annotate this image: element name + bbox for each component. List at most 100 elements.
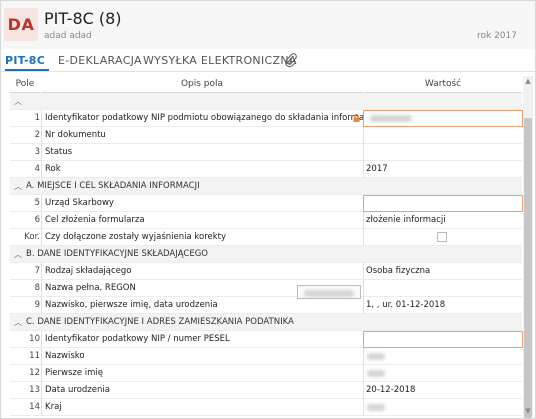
section-header[interactable]: ︿: [10, 93, 522, 110]
column-divider: [363, 365, 364, 382]
field-value[interactable]: Osoba fizyczna: [366, 266, 430, 276]
column-divider: [41, 229, 42, 246]
column-header-wartosc: Wartość: [364, 76, 522, 93]
column-divider: [363, 280, 364, 297]
field-number: Kor.: [24, 232, 40, 242]
column-divider: [41, 263, 42, 280]
field-row: 9 Nazwisko, pierwsze imię, data urodzenia…: [10, 297, 522, 314]
column-divider: [41, 161, 42, 178]
year-label: rok 2017: [477, 31, 517, 41]
field-description: Status: [45, 147, 73, 157]
field-description: Nazwisko: [45, 351, 85, 361]
redacted-value: [367, 353, 385, 360]
column-header-opis: Opis pola: [41, 76, 363, 93]
column-divider: [41, 382, 42, 399]
header: DA PIT-8C (8) adad adad rok 2017: [1, 1, 535, 49]
field-row: 5 Urząd Skarbowy: [10, 195, 523, 212]
field-number: 6: [34, 215, 40, 225]
column-divider: [363, 263, 364, 280]
app-window: DA PIT-8C (8) adad adad rok 2017 PIT-8C …: [0, 0, 536, 419]
vertical-scrollbar[interactable]: ▲ ▼: [523, 76, 533, 418]
column-header-pole: Pole: [10, 76, 40, 93]
column-divider: [41, 195, 42, 212]
field-row: 10 Identyfikator podatkowy NIP / numer PE…: [10, 331, 523, 348]
field-number: 4: [34, 164, 40, 174]
value-input[interactable]: [363, 195, 523, 212]
field-description: Nr dokumentu: [45, 130, 106, 140]
document-badge: DA: [4, 8, 38, 41]
field-description: Urząd Skarbowy: [45, 198, 114, 208]
section-header[interactable]: ︿ B. DANE IDENTYFIKACYJNE SKŁADAJĄCEGO: [10, 246, 522, 263]
column-divider: [363, 297, 364, 314]
field-number: 14: [29, 402, 40, 412]
field-number: 8: [34, 283, 40, 293]
chevron-up-icon[interactable]: ︿: [14, 249, 22, 260]
field-row: 6 Cel złożenia formularza złożenie informa…: [10, 212, 522, 229]
field-row: 8 Nazwa pełna, REGON: [10, 280, 522, 297]
column-divider: [363, 212, 364, 229]
field-number: 5: [34, 198, 40, 208]
field-number: 3: [34, 147, 40, 157]
field-row: 1 Identyfikator podatkowy NIP podmiotu ob…: [10, 110, 523, 127]
section-label: B. DANE IDENTYFIKACYJNE SKŁADAJĄCEGO: [26, 249, 208, 259]
field-row: 4 Rok 2017: [10, 161, 522, 178]
field-row: 14 Kraj: [10, 399, 522, 416]
chevron-up-icon[interactable]: ︿: [14, 317, 22, 328]
chevron-up-icon[interactable]: ︿: [14, 96, 22, 107]
tab-pit-8c[interactable]: PIT-8C: [5, 54, 45, 67]
field-row: 3 Status: [10, 144, 522, 161]
paperclip-icon[interactable]: [284, 52, 298, 68]
column-divider: [363, 144, 364, 161]
lock-icon: [353, 114, 360, 122]
correction-checkbox[interactable]: [437, 232, 447, 242]
redacted-value: [367, 370, 385, 377]
column-divider: [363, 161, 364, 178]
field-row: 12 Pierwsze imię: [10, 365, 522, 382]
column-divider: [363, 399, 364, 416]
column-divider: [41, 365, 42, 382]
value-input[interactable]: [363, 331, 523, 348]
field-number: 7: [34, 266, 40, 276]
column-divider: [41, 212, 42, 229]
column-divider: [41, 399, 42, 416]
tab-e-deklaracja[interactable]: E-DEKLARACJA: [58, 54, 142, 67]
column-divider: [363, 229, 364, 246]
section-header[interactable]: ︿ A. MIEJSCE I CEL SKŁADANIA INFORMACJI: [10, 178, 522, 195]
section-label: C. DANE IDENTYFIKACYJNE I ADRES ZAMIESZK…: [26, 317, 294, 327]
field-number: 10: [29, 334, 40, 344]
field-description: Kraj: [45, 402, 62, 412]
field-row: 2 Nr dokumentu: [10, 127, 522, 144]
field-row: 7 Rodzaj składającego Osoba fizyczna: [10, 263, 522, 280]
column-divider: [363, 348, 364, 365]
field-value[interactable]: złożenie informacji: [366, 215, 446, 225]
section-header[interactable]: ︿ C. DANE IDENTYFIKACYJNE I ADRES ZAMIESZ…: [10, 314, 522, 331]
column-divider: [41, 348, 42, 365]
field-description: Pierwsze imię: [45, 368, 104, 378]
scrollbar-thumb[interactable]: [524, 118, 532, 418]
scroll-down-icon[interactable]: ▼: [523, 406, 533, 416]
scroll-up-icon[interactable]: ▲: [523, 76, 533, 86]
tab-wysylka-elektroniczna[interactable]: WYSYŁKA ELEKTRONICZNA: [143, 54, 297, 67]
field-number: 12: [29, 368, 40, 378]
field-row: Kor. Czy dołączone zostały wyjaśnienia ko…: [10, 229, 522, 246]
section-label: A. MIEJSCE I CEL SKŁADANIA INFORMACJI: [26, 181, 200, 191]
field-description: Identyfikator podatkowy NIP / numer PESE…: [45, 334, 230, 344]
column-divider: [41, 331, 42, 348]
field-row: 11 Nazwisko: [10, 348, 522, 365]
field-row: 13 Data urodzenia 20-12-2018: [10, 382, 522, 399]
field-number: 2: [34, 130, 40, 140]
page-title: PIT-8C (8): [44, 9, 122, 28]
field-description: Rodzaj składającego: [45, 266, 132, 276]
field-value[interactable]: 20-12-2018: [366, 385, 415, 395]
field-description: Nazwa pełna, REGON: [45, 283, 136, 293]
column-divider: [41, 280, 42, 297]
field-description: Rok: [45, 164, 61, 174]
field-value[interactable]: 2017: [366, 164, 388, 174]
field-description: Nazwisko, pierwsze imię, data urodzenia: [45, 300, 218, 310]
value-input[interactable]: [363, 110, 523, 127]
field-value[interactable]: 1, , ur. 01-12-2018: [366, 300, 445, 310]
column-divider: [363, 127, 364, 144]
chevron-up-icon[interactable]: ︿: [14, 181, 22, 192]
field-description: Identyfikator podatkowy NIP podmiotu obo…: [45, 113, 374, 123]
field-description: Cel złożenia formularza: [45, 215, 145, 225]
